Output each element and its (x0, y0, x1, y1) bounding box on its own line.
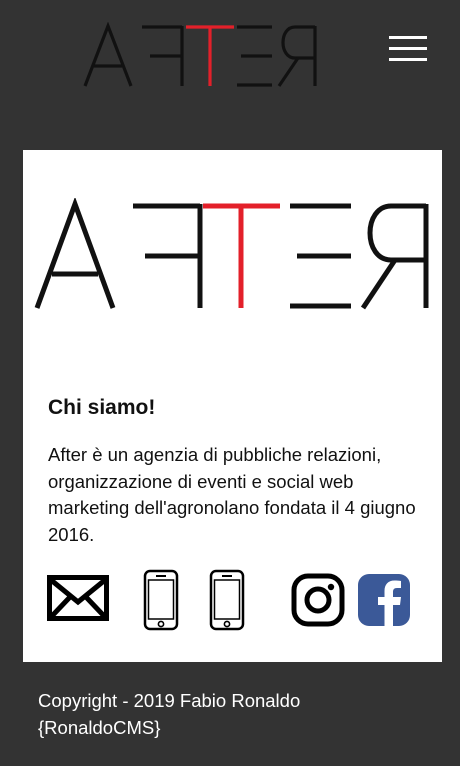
phone-icon[interactable] (209, 569, 245, 631)
card-logo (33, 196, 433, 314)
hamburger-menu-icon[interactable] (386, 34, 430, 64)
phone-icon[interactable] (143, 569, 179, 631)
after-logo-icon (83, 21, 317, 87)
cms-credit: {RonaldoCMS} (38, 717, 161, 738)
site-footer: Copyright - 2019 Fabio Ronaldo {RonaldoC… (38, 687, 438, 741)
menu-bar (389, 36, 427, 39)
contact-icons (23, 565, 442, 631)
about-title: Chi siamo! (48, 396, 156, 419)
after-logo-icon (34, 196, 429, 310)
header-logo[interactable] (82, 21, 322, 90)
mail-icon[interactable] (47, 575, 109, 621)
about-card: Chi siamo! After è un agenzia di pubblic… (23, 150, 442, 662)
instagram-icon[interactable] (291, 573, 345, 627)
menu-bar (389, 47, 427, 50)
site-header (0, 0, 460, 120)
about-description: After è un agenzia di pubbliche relazion… (48, 444, 416, 545)
menu-bar (389, 58, 427, 61)
copyright-text: Copyright - 2019 Fabio Ronaldo (38, 690, 301, 711)
facebook-icon[interactable] (358, 574, 410, 626)
